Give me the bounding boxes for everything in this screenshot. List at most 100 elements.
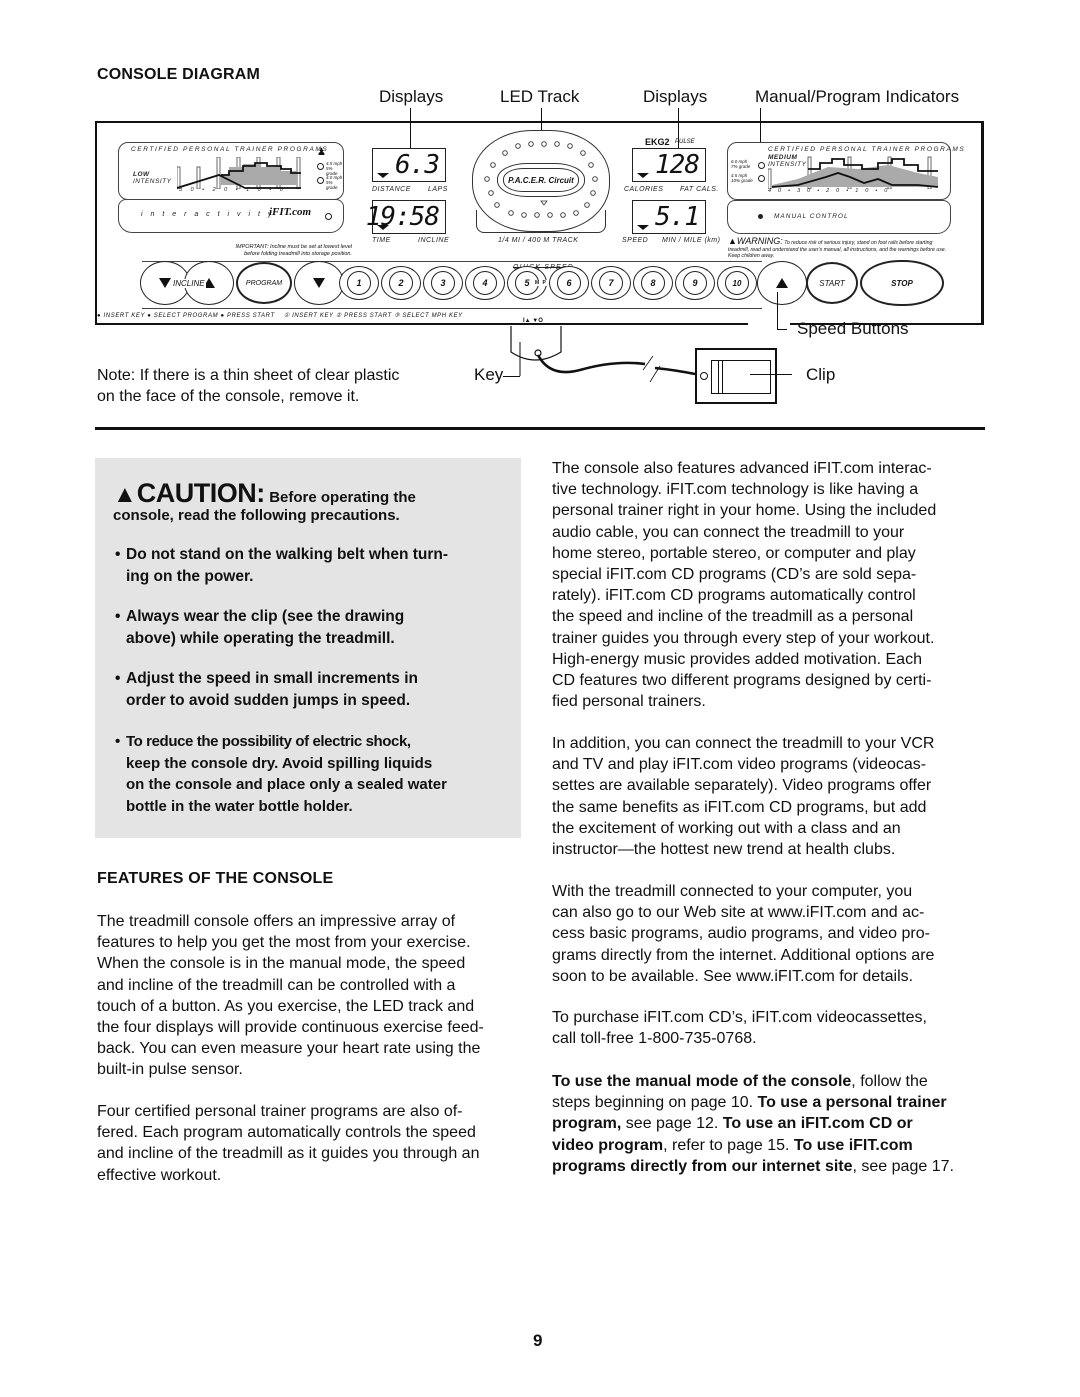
plastic-sheet-note: Note: If there is a thin sheet of clear …: [97, 365, 399, 407]
bullet-line: above) while operating the treadmill.: [126, 629, 395, 647]
text-line: When the console is in the manual mode, …: [97, 955, 466, 973]
text-line: tive technology. iFIT.com technology is …: [552, 481, 919, 499]
console-instructions: ● INSERT KEY ● SELECT PROGRAM ● PRESS ST…: [97, 312, 463, 319]
caution-bullet: • To reduce the possibility of electric …: [115, 731, 515, 817]
distance-laps-display: 6.3: [372, 148, 446, 182]
quick-speed-button-9[interactable]: 9: [675, 266, 715, 300]
safety-clip: [695, 348, 777, 404]
bullet-line: Do not stand on the walking belt when tu…: [126, 546, 449, 563]
right-indicator-1-label: 6.0 mph 7% grade: [731, 159, 750, 169]
tick: 10: [855, 188, 876, 194]
text-line: instructor—the hottest new trend at heal…: [552, 841, 896, 859]
up-arrow-icon: [776, 278, 788, 288]
program-button-label: PROGRAM: [245, 279, 283, 287]
usage-paragraph: To use the manual mode of the console, f…: [552, 1071, 992, 1177]
program-button[interactable]: PROGRAM: [236, 262, 292, 304]
quick-speed-number: 9: [683, 271, 707, 295]
text-run: , refer to page 15.: [663, 1136, 794, 1154]
speed-up-button[interactable]: [757, 261, 807, 305]
clip-line: [718, 361, 719, 393]
program-indicator-led-4: [758, 175, 765, 182]
display-label-fat-cals: FAT CALS.: [680, 186, 719, 193]
text-line: steps beginning on page 10. To use a per…: [552, 1092, 992, 1113]
tick: •: [817, 188, 827, 194]
bullet-line: keep the console dry. Avoid spilling liq…: [126, 754, 433, 772]
callout-displays-right: Displays: [643, 87, 708, 106]
left-program-profile-graph: [177, 157, 301, 189]
quick-speed-button-3[interactable]: 3: [423, 266, 463, 300]
ifit-paragraph-1: The console also features advanced iFIT.…: [552, 458, 992, 712]
display-mode-caret: [637, 225, 649, 230]
start-button[interactable]: START: [806, 262, 858, 304]
callout-led-track: LED Track: [500, 87, 580, 106]
text-line: programs directly from our internet site…: [552, 1156, 992, 1177]
text-line: grams directly from the internet. Additi…: [552, 946, 935, 964]
quick-speed-button-4[interactable]: 4: [465, 266, 505, 300]
important-incline-note: IMPORTANT: Incline must be set at lowest…: [212, 244, 352, 257]
interactivity-indicator-led: [325, 213, 332, 220]
quick-speed-button-1[interactable]: 1: [339, 266, 379, 300]
bullet-icon: •: [115, 670, 121, 687]
text-line: CD features two different programs desig…: [552, 672, 932, 690]
display-label-speed: SPEED: [622, 237, 649, 244]
text-line: settes are available separately). Video …: [552, 777, 932, 795]
caution-heading: ▲CAUTION: Before operating the: [113, 478, 416, 509]
bullet-line: bottle in the water bottle holder.: [126, 797, 353, 815]
bullet-line: To reduce the possibility of electric sh…: [126, 733, 411, 750]
display-label-laps: LAPS: [428, 186, 448, 193]
interactivity-label: i n t e r a c t i v i t y: [141, 211, 275, 218]
quick-speed-button-8[interactable]: 8: [633, 266, 673, 300]
label-line: 5% grade: [326, 180, 338, 190]
text-line: special iFIT.com CD programs (CD’s are s…: [552, 566, 917, 584]
quick-speed-button-10[interactable]: 10: [717, 266, 757, 300]
stop-button[interactable]: STOP: [860, 260, 944, 306]
text-line: the four displays will provide continuou…: [97, 1019, 484, 1037]
distance-value: 6.3: [395, 150, 440, 180]
quick-speed-button-6[interactable]: 6: [549, 266, 589, 300]
program-step: SELECT PROGRAM: [153, 313, 219, 319]
quick-speed-number: 3: [431, 271, 455, 295]
bullet-icon: •: [115, 546, 121, 563]
program-indicator-led-1: [317, 163, 324, 170]
quick-speed-number: 10: [725, 271, 749, 295]
text-line: cess basic programs, audio programs, and…: [552, 925, 930, 943]
text-line: can also go to our Web site at www.iFIT.…: [552, 904, 925, 922]
clip-leader-line: [750, 374, 792, 375]
warning-icon: ▲: [728, 236, 737, 246]
caution-bullet: • Do not stand on the walking belt when …: [115, 544, 515, 587]
quick-speed-button-7[interactable]: 7: [591, 266, 631, 300]
display-mode-caret: [637, 173, 649, 178]
caution-word: CAUTION:: [136, 478, 265, 508]
quick-speed-button-2[interactable]: 2: [381, 266, 421, 300]
ekg2-brand: EKG2: [645, 137, 670, 147]
display-label-min-mile: MIN / MILE (km): [662, 237, 721, 244]
tick: •: [202, 187, 213, 193]
text-line: features to help you get the most from y…: [97, 934, 471, 952]
tick: 0: [884, 188, 895, 194]
left-program-title: CERTIFIED PERSONAL TRAINER PROGRAMS: [131, 146, 329, 153]
callout-speed-buttons: Speed Buttons: [797, 319, 909, 338]
warning-triangle-icon: ▲: [113, 481, 137, 508]
text-line: the speed and incline of the treadmill a…: [552, 608, 914, 626]
callout-key: Key: [474, 365, 504, 384]
step-number-icon: ●: [220, 313, 225, 319]
program-indicator-led-2: [317, 177, 324, 184]
tick: 0: [279, 187, 292, 193]
text-run: steps beginning on page 10.: [552, 1094, 758, 1112]
console-diagram-heading: CONSOLE DIAGRAM: [97, 66, 260, 83]
text-line: and incline of the treadmill can be cont…: [97, 976, 456, 994]
bold-run: To use the manual mode of the console: [552, 1073, 852, 1090]
clip-line: [722, 361, 723, 393]
left-program-panel: CERTIFIED PERSONAL TRAINER PROGRAMS LOW …: [118, 142, 344, 200]
step-number-icon: ③: [394, 313, 401, 319]
text-line: To use the manual mode of the console, f…: [552, 1071, 992, 1092]
bullet-line: on the console and place only a sealed w…: [126, 776, 447, 793]
step-number-icon: ②: [335, 313, 342, 319]
display-label-distance: DISTANCE: [372, 186, 411, 193]
ifit-paragraph-2: In addition, you can connect the treadmi…: [552, 733, 992, 860]
speed-down-button[interactable]: [294, 261, 344, 305]
bullet-line: ing on the power.: [126, 567, 254, 585]
text-line: video program, refer to page 15. To use …: [552, 1135, 992, 1156]
text-run: see page 12.: [621, 1115, 723, 1133]
display-mode-caret: [377, 225, 389, 230]
